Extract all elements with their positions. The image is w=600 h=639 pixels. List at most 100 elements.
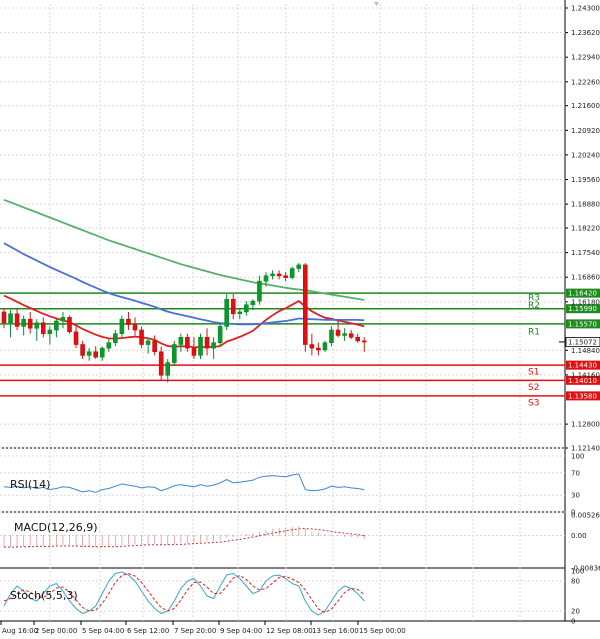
bearish-candle-body [152,340,157,353]
bullish-candle-body [257,280,262,302]
rsi-tick-label: 100 [571,453,584,461]
bearish-candle-body [27,318,33,329]
candle [322,340,328,352]
price-tick-label: 1.20240 [571,151,600,159]
price-tick-label: 1.12140 [571,445,600,453]
bullish-candle-body [237,311,243,315]
time-tick-label: 13 Sep 16:00 [312,627,359,635]
level-label-r1: R1 [528,327,540,337]
candle [172,340,177,367]
bearish-candle-body [158,351,164,376]
stoch-tick-label: 0 [571,618,575,626]
price-tick-label: 1.18880 [571,201,600,209]
bullish-candle-body [34,322,40,329]
level-label-s1: S1 [528,368,539,378]
bullish-candle-body [54,320,59,331]
bearish-candle-body [126,318,131,325]
bearish-candle-body [67,317,72,333]
stoch-label: Stoch(5,5,3) [10,589,78,602]
macd-tick-label: 0.00526 [571,512,600,520]
bearish-candle-body [139,329,144,345]
time-tick-label: 2 Sep 00:00 [35,627,77,635]
price-tick-label: 1.16180 [571,298,600,306]
candle [224,293,229,331]
bullish-candle-body [329,329,334,344]
bullish-candle-body [21,318,26,327]
price-tick-label: 1.14160 [571,371,600,379]
bearish-candle-body [283,275,288,278]
stoch-tick-label: 20 [571,608,580,616]
level-label-s2: S2 [528,383,539,393]
bullish-candle-body [165,362,171,376]
price-tick-label: 1.23620 [571,29,600,37]
price-tick-label: 1.12800 [571,421,600,429]
bullish-candle-body [289,268,295,278]
rsi-tick-label: 70 [571,469,580,477]
bullish-candle-body [47,329,53,334]
bullish-candle-body [8,313,13,324]
price-tick-label: 1.18220 [571,225,600,233]
price-tick-label: 1.24300 [571,5,600,13]
price-tick-label: 1.21600 [571,102,600,110]
bearish-candle-body [355,336,361,342]
bearish-candle-body [276,273,282,277]
level-price-tag-label: 1.13580 [568,392,597,400]
bearish-candle-body [230,298,236,315]
bullish-candle-body [145,340,151,345]
macd-label: MACD(12,26,9) [14,521,98,534]
bearish-candle-body [316,347,321,351]
bearish-candle-body [361,340,367,343]
bullish-candle-body [172,344,177,363]
candle [198,333,203,359]
bearish-candle-body [335,329,341,336]
bearish-candle-body [40,322,46,334]
bearish-candle-body [348,333,354,338]
bearish-candle-body [302,264,308,345]
candle [302,263,308,352]
rsi-tick-label: 30 [571,492,580,500]
bullish-candle-body [60,317,66,322]
bearish-candle-body [191,347,197,356]
bearish-candle-body [93,351,98,358]
bearish-candle-body [309,344,315,349]
bullish-candle-body [86,351,92,356]
bullish-candle-body [296,264,302,269]
bullish-candle-body [322,342,328,351]
bullish-candle-body [250,300,256,306]
bullish-candle-body [113,333,118,344]
bullish-candle-body [198,336,203,356]
bullish-candle-body [244,304,249,313]
bearish-candle-body [204,336,210,349]
bearish-candle-body [132,324,138,331]
price-tick-label: 1.22940 [571,54,600,62]
price-tick-label: 1.22260 [571,78,600,86]
bullish-candle-body [263,275,269,282]
rsi-label: RSI(14) [10,478,50,491]
price-tick-label: 1.14840 [571,347,600,355]
time-tick-label: 9 Sep 04:00 [220,627,262,635]
bullish-candle-body [119,318,125,334]
level-price-tag-label: 1.15570 [568,320,597,328]
bullish-candle-body [211,342,216,349]
bearish-candle-body [14,313,20,327]
time-tick-label: 5 Sep 04:00 [82,627,124,635]
stoch-tick-label: 80 [571,578,580,586]
bullish-candle-body [178,336,184,345]
bearish-candle-body [80,344,85,356]
bullish-candle-body [106,342,112,349]
candle [217,322,223,347]
bullish-candle-body [270,273,275,277]
level-label-s3: S3 [528,398,539,408]
level-label-r2: R2 [528,301,540,311]
price-tick-label: 1.19560 [571,176,600,184]
stoch-tick-label: 100 [571,568,584,576]
price-chart[interactable]: R3 1.16420R2 1.15990R11.15570S11.14430S21.… [0,0,600,639]
current-price-label: 1.15072 [568,338,597,346]
candle [289,266,295,280]
bullish-candle-body [99,347,105,358]
macd-tick-label: 0.00 [571,532,587,540]
time-tick-label: 15 Sep 00:00 [359,627,406,635]
bearish-candle-body [1,311,7,324]
bearish-candle-body [73,331,79,345]
bearish-candle-body [185,336,190,349]
